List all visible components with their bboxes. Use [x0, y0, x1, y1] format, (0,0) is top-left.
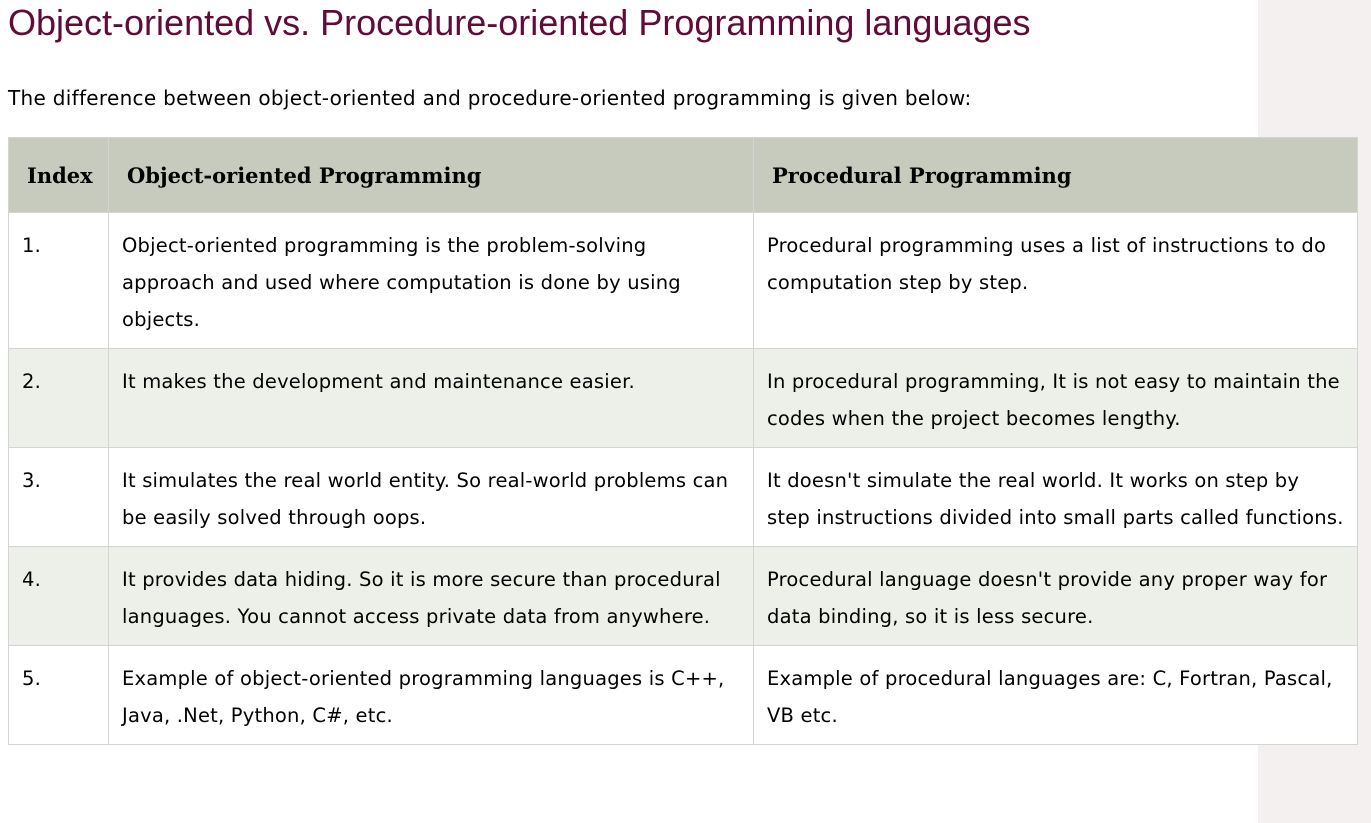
table-row: 3. It simulates the real world entity. S…	[8, 447, 1358, 547]
oop-cell: It makes the development and maintenance…	[108, 348, 754, 448]
row-index: 3.	[8, 447, 109, 547]
oop-cell: Object-oriented programming is the probl…	[108, 212, 754, 349]
procedural-cell: Procedural programming uses a list of in…	[753, 212, 1358, 349]
oop-cell: It simulates the real world entity. So r…	[108, 447, 754, 547]
table-row: 5. Example of object-oriented programmin…	[8, 645, 1358, 745]
row-index: 2.	[8, 348, 109, 448]
oop-cell: It provides data hiding. So it is more s…	[108, 546, 754, 646]
procedural-cell: In procedural programming, It is not eas…	[753, 348, 1358, 448]
row-index: 1.	[8, 212, 109, 349]
header-index: Index	[8, 137, 109, 213]
table-row: 1. Object-oriented programming is the pr…	[8, 212, 1358, 349]
table-row: 4. It provides data hiding. So it is mor…	[8, 546, 1358, 646]
page: Object-oriented vs. Procedure-oriented P…	[0, 0, 1371, 823]
table-header-row: Index Object-oriented Programming Proced…	[8, 137, 1358, 213]
oop-cell: Example of object-oriented programming l…	[108, 645, 754, 745]
procedural-cell: Procedural language doesn't provide any …	[753, 546, 1358, 646]
header-procedural: Procedural Programming	[753, 137, 1358, 213]
page-title: Object-oriented vs. Procedure-oriented P…	[8, 2, 1031, 43]
header-oop: Object-oriented Programming	[108, 137, 754, 213]
article-content: Object-oriented vs. Procedure-oriented P…	[8, 0, 1358, 745]
row-index: 5.	[8, 645, 109, 745]
procedural-cell: It doesn't simulate the real world. It w…	[753, 447, 1358, 547]
table-row: 2. It makes the development and maintena…	[8, 348, 1358, 448]
row-index: 4.	[8, 546, 109, 646]
comparison-table: Index Object-oriented Programming Proced…	[8, 137, 1358, 745]
intro-paragraph: The difference between object-oriented a…	[8, 86, 972, 110]
procedural-cell: Example of procedural languages are: C, …	[753, 645, 1358, 745]
